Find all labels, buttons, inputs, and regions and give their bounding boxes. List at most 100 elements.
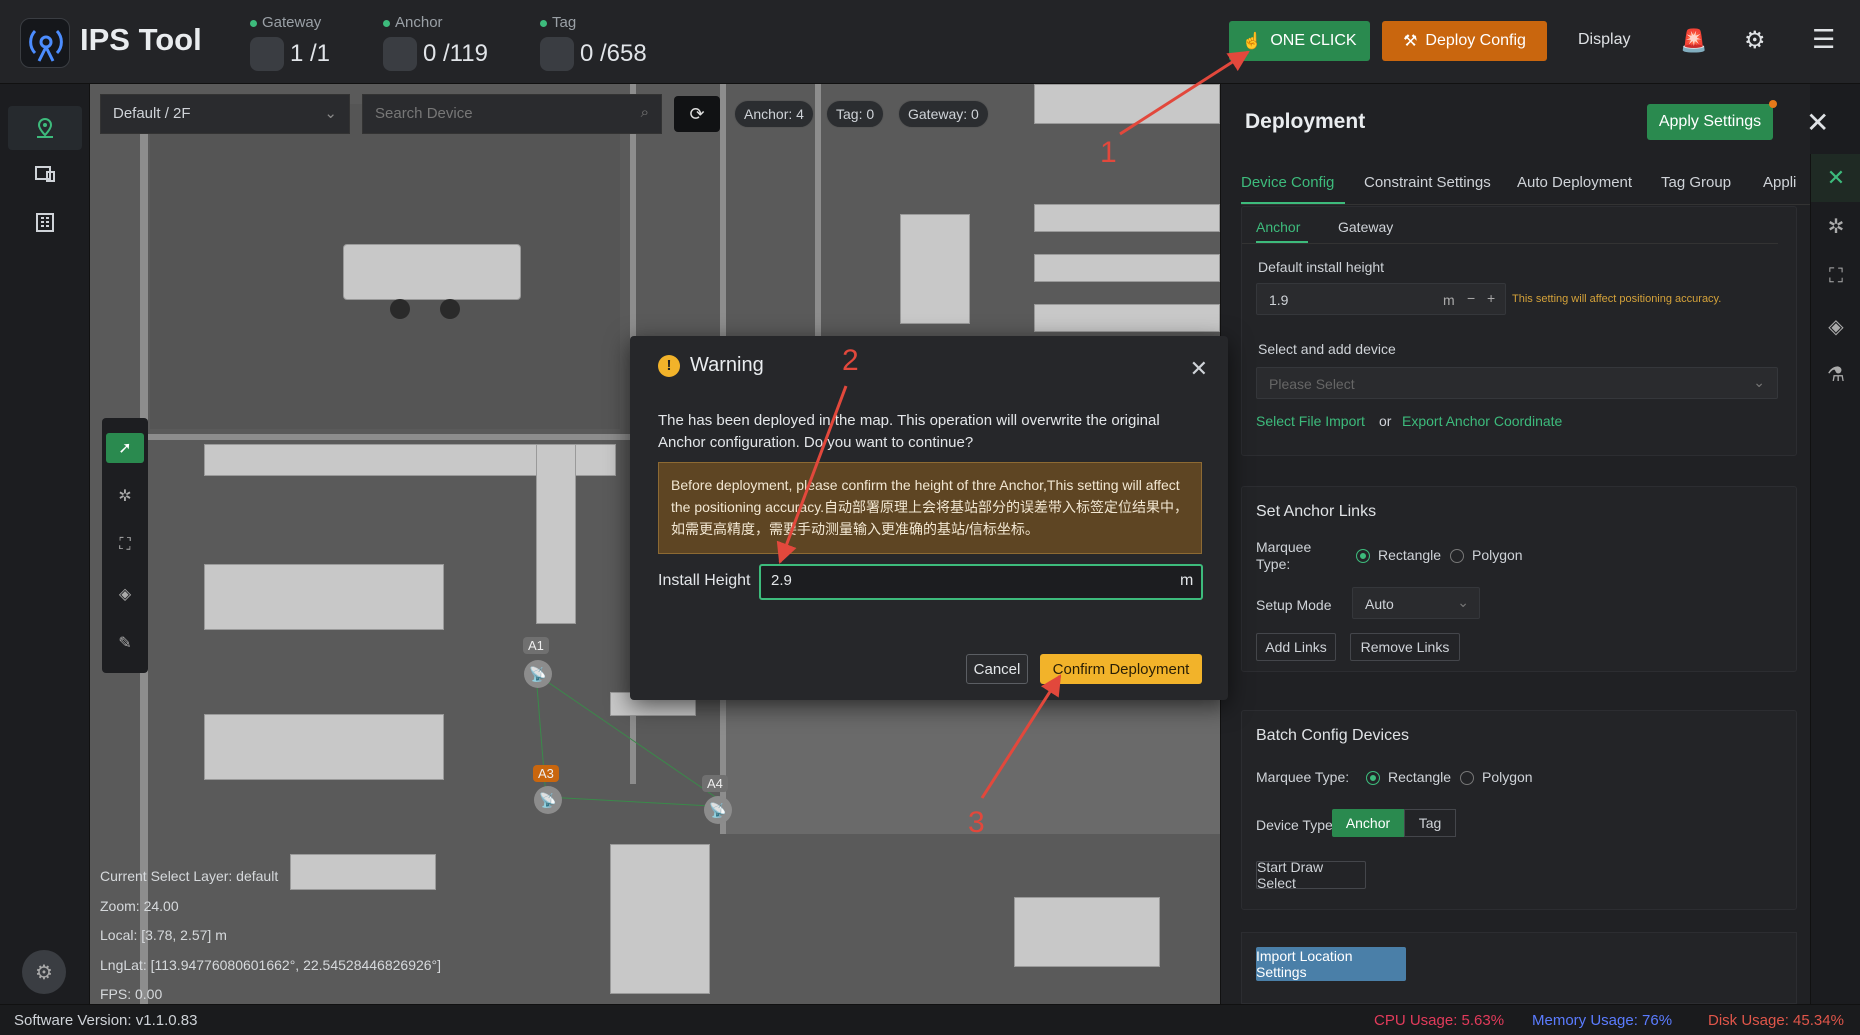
bug-icon[interactable]: ✲ — [1811, 202, 1860, 250]
minus-icon[interactable]: − — [1467, 290, 1475, 306]
device-select-placeholder: Please Select — [1269, 376, 1355, 392]
import-location-settings-button[interactable]: Import Location Settings — [1256, 947, 1406, 981]
zoom-level: Zoom: 24.00 — [100, 897, 179, 914]
subtab-anchor[interactable]: Anchor — [1256, 219, 1300, 235]
anchor-label-a1[interactable]: A1 — [523, 637, 549, 654]
search-icon: ⌕ — [640, 104, 649, 121]
tag-icon — [540, 37, 574, 71]
flask-icon[interactable]: ⚗ — [1811, 350, 1860, 398]
app-title: IPS Tool — [80, 22, 202, 57]
install-height-field[interactable]: 1.9 m − + — [1256, 283, 1506, 315]
tab-device-config[interactable]: Device Config — [1241, 174, 1334, 191]
import-section: Import Location Settings — [1241, 932, 1797, 1004]
area-tool[interactable]: ⛶ — [106, 530, 144, 560]
gateway-stat: Gateway 1 /1 — [250, 14, 330, 71]
tag-count-badge: Tag: 0 — [826, 100, 885, 128]
nav-devices[interactable] — [8, 152, 82, 196]
anchor-stat: Anchor 0 /119 — [383, 14, 488, 71]
install-height-input[interactable]: 2.9 — [759, 564, 1203, 600]
layers-icon[interactable]: ◈ — [1811, 302, 1860, 350]
anchor-label-a4[interactable]: A4 — [702, 775, 728, 792]
annotation-2: 2 — [842, 344, 859, 377]
anchor-count-badge: Anchor: 4 — [734, 100, 814, 128]
bug-icon: ✲ — [118, 488, 132, 505]
tab-auto-deployment[interactable]: Auto Deployment — [1517, 174, 1632, 191]
anchor-config-section: Anchor Gateway Default install height 1.… — [1241, 206, 1797, 456]
plus-icon[interactable]: + — [1487, 290, 1495, 306]
one-click-button[interactable]: ☝ ONE CLICK — [1229, 21, 1370, 61]
device-type-tag[interactable]: Tag — [1404, 809, 1456, 837]
refresh-button[interactable]: ⟳ — [674, 96, 720, 132]
device-type-anchor[interactable]: Anchor — [1332, 809, 1404, 837]
batch-config-section: Batch Config Devices Marquee Type: Recta… — [1241, 710, 1797, 910]
ruler-icon: ✎ — [118, 635, 132, 652]
search-device-input[interactable]: Search Device ⌕ — [362, 94, 662, 134]
device-select[interactable]: Please Select ⌄ — [1256, 367, 1778, 399]
local-coordinate: Local: [3.78, 2.57] m — [100, 927, 227, 943]
frame-icon[interactable]: ⛶ — [1811, 252, 1860, 300]
floor-select-value: Default / 2F — [113, 105, 191, 122]
gear-icon[interactable]: ⚙ — [1744, 26, 1766, 55]
alarm-icon[interactable]: 🚨 — [1680, 28, 1707, 54]
building-icon — [36, 213, 54, 232]
tab-tag-group[interactable]: Tag Group — [1661, 174, 1731, 191]
anchor-marker-a3[interactable]: 📡 — [534, 786, 562, 814]
warning-icon: ! — [658, 354, 680, 377]
dialog-message: The has been deployed in the map. This o… — [658, 412, 1160, 451]
confirm-deployment-button[interactable]: Confirm Deployment — [1040, 654, 1202, 684]
layers-tool[interactable]: ◈ — [106, 579, 144, 609]
gateway-stat-label: Gateway — [250, 14, 330, 31]
marquee-type-label: Marquee Type: — [1256, 539, 1312, 572]
nav-building[interactable] — [8, 200, 82, 244]
tab-application[interactable]: Appli — [1763, 174, 1796, 191]
top-bar: IPS Tool Gateway 1 /1 Anchor 0 /119 Tag … — [0, 0, 1860, 84]
nav-map[interactable] — [8, 106, 82, 150]
status-bar: Software Version: v1.1.0.83 CPU Usage: 5… — [0, 1004, 1860, 1035]
dialog-title: ! Warning — [658, 354, 764, 377]
anchor-label-a3[interactable]: A3 — [533, 765, 559, 782]
anchor-marker-a4[interactable]: 📡 — [704, 796, 732, 824]
hand-pointer-icon: ☝ — [1242, 33, 1263, 50]
menu-icon[interactable]: ☰ — [1812, 24, 1835, 55]
display-button[interactable]: Display — [1578, 31, 1630, 49]
batch-polygon-radio[interactable]: Polygon — [1460, 769, 1533, 786]
tools-icon[interactable]: ✕ — [1811, 154, 1860, 202]
map-toolbox: ➚ ✲ ⛶ ◈ ✎ — [102, 418, 148, 673]
deploy-config-button[interactable]: ⚒ Deploy Config — [1382, 21, 1547, 61]
setup-mode-select[interactable]: Auto ⌄ — [1352, 587, 1480, 619]
tag-stat: Tag 0 /658 — [540, 14, 647, 71]
lnglat-coordinate: LngLat: [113.94776080601662°, 22.5452844… — [100, 956, 442, 973]
cursor-arrow-icon: ➚ — [118, 440, 132, 457]
panel-title: Deployment — [1245, 110, 1366, 133]
tab-constraint-settings[interactable]: Constraint Settings — [1364, 174, 1491, 191]
bug-tool[interactable]: ✲ — [106, 481, 144, 511]
current-layer: Current Select Layer: default — [100, 868, 279, 884]
antenna-icon: 📡 — [539, 791, 557, 808]
add-links-button[interactable]: Add Links — [1256, 633, 1336, 661]
close-icon[interactable]: ✕ — [1806, 106, 1829, 139]
marquee-polygon-radio[interactable]: Polygon — [1450, 547, 1523, 564]
marquee-rectangle-radio[interactable]: Rectangle — [1356, 547, 1442, 564]
select-add-label: Select and add device — [1258, 341, 1396, 357]
start-draw-select-button[interactable]: Start Draw Select — [1256, 859, 1366, 891]
batch-rectangle-radio[interactable]: Rectangle — [1366, 769, 1451, 786]
anchor-links-title: Set Anchor Links — [1256, 503, 1377, 520]
floor-select[interactable]: Default / 2F ⌄ — [100, 94, 350, 134]
tag-stat-value: 0 /658 — [580, 40, 647, 67]
export-anchor-coordinate-link[interactable]: Export Anchor Coordinate — [1402, 413, 1562, 429]
measure-tool[interactable]: ✎ — [106, 628, 144, 658]
layers-icon: ◈ — [118, 586, 132, 603]
anchor-marker-a1[interactable]: 📡 — [524, 660, 552, 688]
map-info-panel: Current Select Layer: default Zoom: 24.0… — [100, 862, 441, 1010]
left-nav-rail: ⚙ — [0, 84, 90, 1004]
settings-gear-button[interactable]: ⚙ — [22, 950, 66, 994]
close-icon[interactable]: ✕ — [1190, 356, 1208, 382]
select-file-import-link[interactable]: Select File Import — [1256, 413, 1365, 429]
cancel-button[interactable]: Cancel — [966, 654, 1028, 684]
frame-icon: ⛶ — [119, 536, 131, 553]
select-tool[interactable]: ➚ — [106, 433, 144, 463]
apply-settings-button[interactable]: Apply Settings — [1647, 104, 1773, 140]
subtab-gateway[interactable]: Gateway — [1338, 219, 1393, 235]
remove-links-button[interactable]: Remove Links — [1350, 633, 1460, 661]
rectangle-label: Rectangle — [1378, 547, 1442, 563]
